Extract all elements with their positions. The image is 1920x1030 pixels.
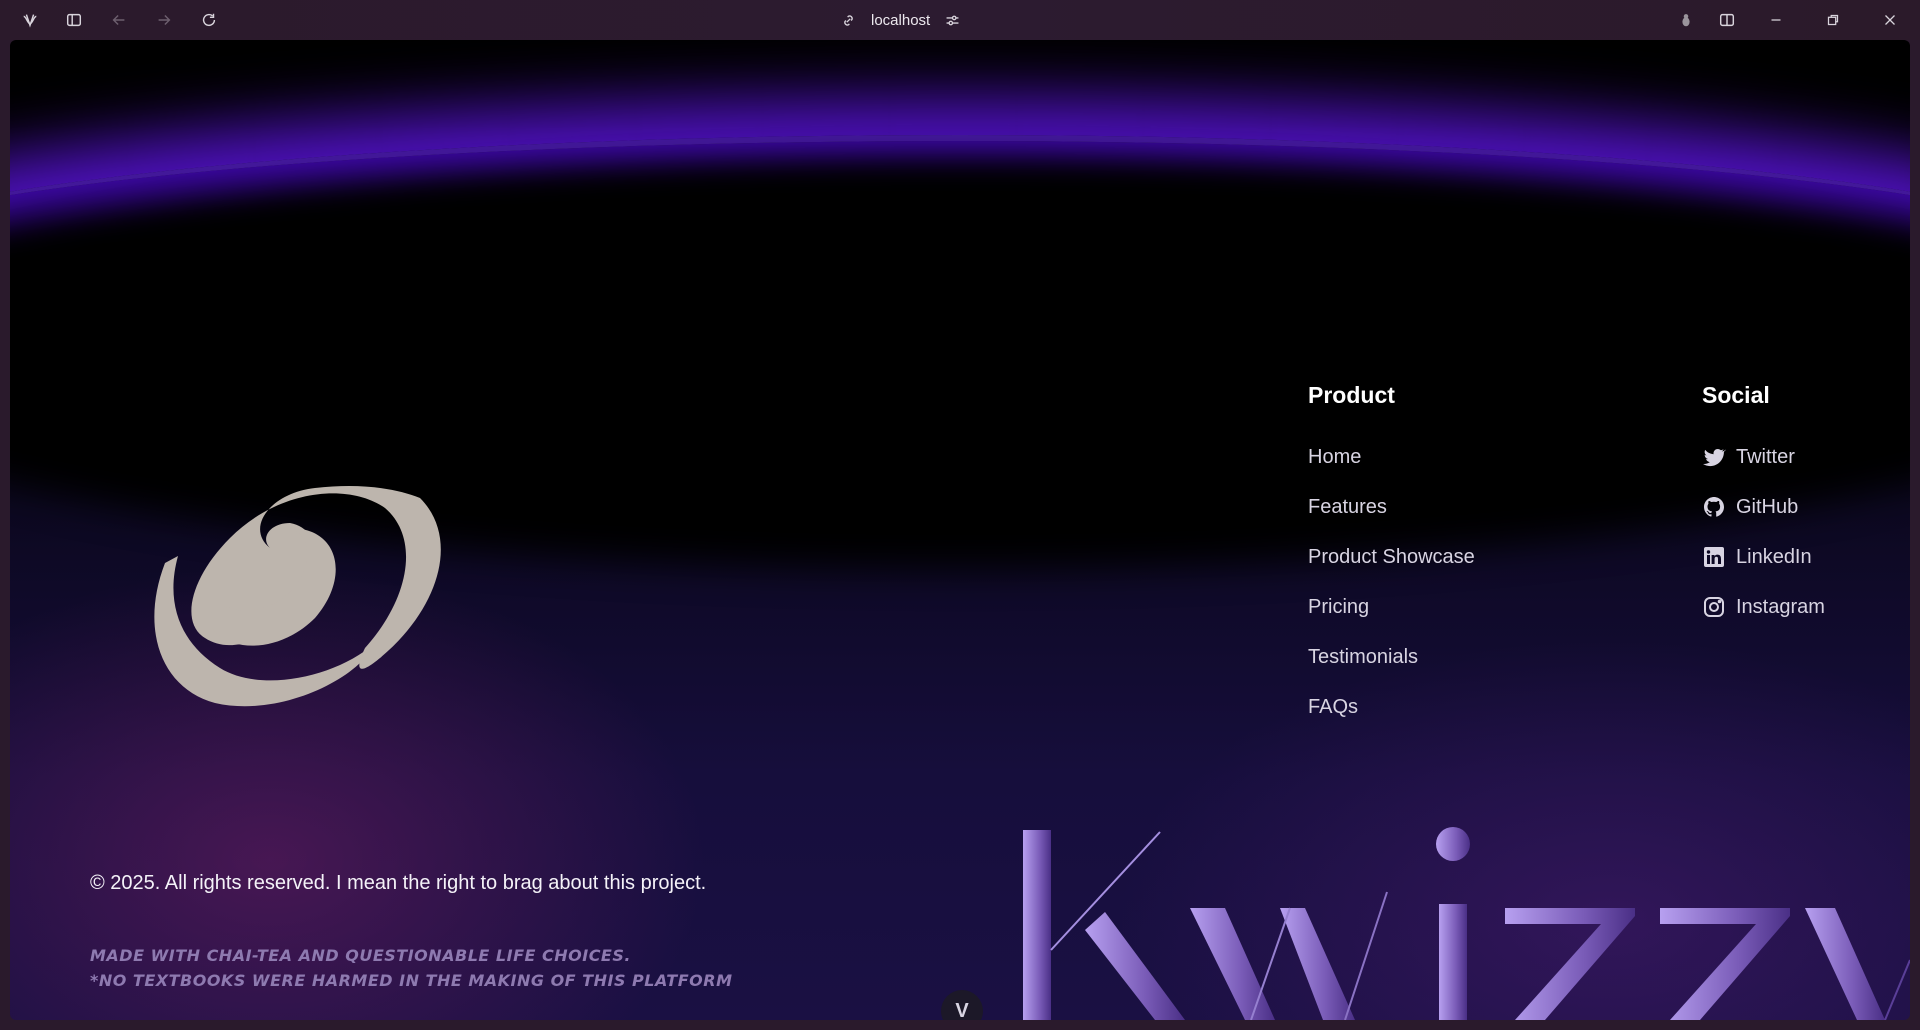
social-label-linkedin: LinkedIn xyxy=(1736,545,1812,568)
browser-toolbar: localhost xyxy=(0,0,1920,40)
link-icon xyxy=(844,14,853,26)
footer-link-testimonials[interactable]: Testimonials xyxy=(1308,646,1418,669)
kwizzy-wordmark xyxy=(1023,827,1910,1020)
extension-icon[interactable] xyxy=(1672,6,1700,34)
linkedin-icon xyxy=(1704,547,1724,567)
scroll-down-button[interactable]: V xyxy=(941,990,983,1020)
back-icon[interactable] xyxy=(105,6,133,34)
brand-logo xyxy=(154,486,441,707)
social-link-github[interactable]: GitHub xyxy=(1702,495,1798,519)
footer-link-home[interactable]: Home xyxy=(1308,446,1361,469)
app-logo-icon[interactable] xyxy=(16,6,44,34)
instagram-icon xyxy=(1704,597,1724,617)
url-text[interactable]: localhost xyxy=(871,12,930,29)
social-label-twitter: Twitter xyxy=(1736,445,1795,468)
forward-icon[interactable] xyxy=(150,6,178,34)
social-label-instagram: Instagram xyxy=(1736,595,1825,618)
footer-link-features[interactable]: Features xyxy=(1308,496,1387,519)
maximize-icon[interactable] xyxy=(1819,6,1847,34)
social-label-github: GitHub xyxy=(1736,495,1799,518)
site-settings-icon[interactable] xyxy=(944,12,961,29)
footer-link-faqs[interactable]: FAQs xyxy=(1308,696,1358,719)
github-icon xyxy=(1704,497,1724,517)
split-view-icon[interactable] xyxy=(1713,6,1741,34)
tagline-textbooks: *No textbooks were harmed in the making … xyxy=(90,971,733,990)
social-link-instagram[interactable]: Instagram xyxy=(1702,595,1825,619)
product-heading: Product xyxy=(1308,382,1395,408)
copyright-text: © 2025. All rights reserved. I mean the … xyxy=(90,872,707,894)
minimize-icon[interactable] xyxy=(1762,6,1790,34)
page-viewport: Product Home Features Product Showcase P… xyxy=(10,40,1910,1020)
social-heading: Social xyxy=(1702,382,1770,408)
reload-icon[interactable] xyxy=(195,6,223,34)
social-link-linkedin[interactable]: LinkedIn xyxy=(1702,545,1812,569)
footer-link-pricing[interactable]: Pricing xyxy=(1308,596,1369,619)
footer-link-product-showcase[interactable]: Product Showcase xyxy=(1308,546,1475,569)
social-link-twitter[interactable]: Twitter xyxy=(1702,445,1795,469)
twitter-icon xyxy=(1702,448,1726,467)
address-bar[interactable]: localhost xyxy=(840,6,961,34)
tagline-chai: Made with chai-tea and questionable life… xyxy=(90,946,631,965)
sidebar-toggle-icon[interactable] xyxy=(60,6,88,34)
close-icon[interactable] xyxy=(1876,6,1904,34)
